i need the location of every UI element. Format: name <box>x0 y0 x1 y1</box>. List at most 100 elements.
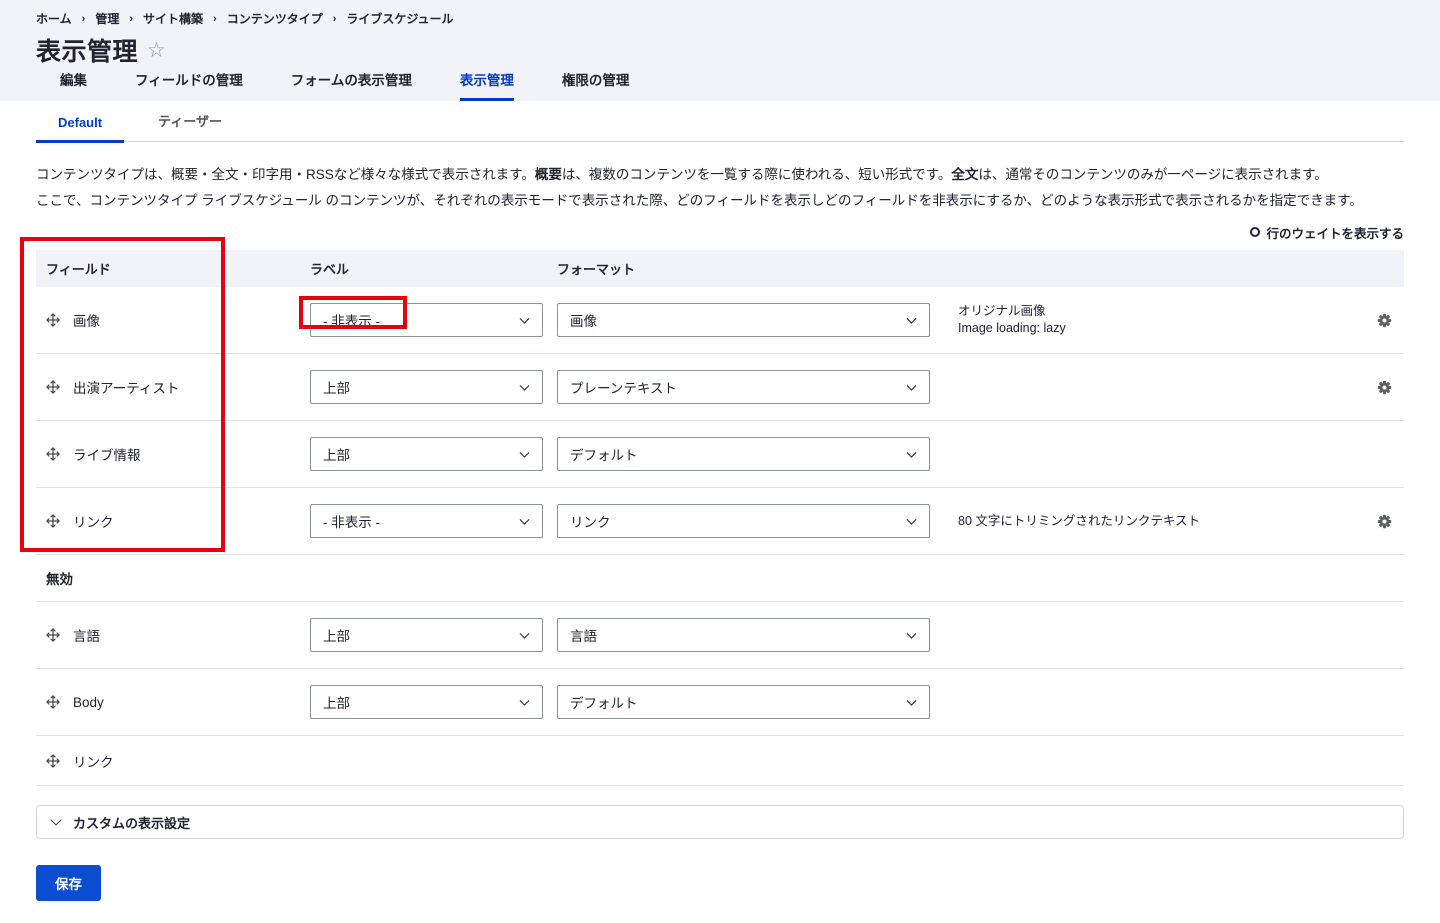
select-value: プレーンテキスト <box>570 381 677 396</box>
show-row-weights-link[interactable]: 行のウェイトを表示する <box>1250 223 1404 242</box>
chevron-down-icon <box>519 695 530 706</box>
chevron-down-icon <box>519 313 530 324</box>
select-value: - 非表示 - <box>323 515 380 530</box>
summary-line: 80 文字にトリミングされたリンクテキスト <box>958 513 1201 528</box>
chevron-down-icon <box>519 447 530 458</box>
page-header: ホーム › 管理 › サイト構築 › コンテンツタイプ › ライブスケジュール 表示管理 ☆ 編… <box>0 0 1440 101</box>
primary-tab[interactable]: 表示管理 <box>459 69 514 101</box>
custom-display-settings-label: カスタムの表示設定 <box>73 815 191 831</box>
summary-line: オリジナル画像 <box>958 304 1046 318</box>
format-select[interactable]: 画像 <box>557 303 930 337</box>
format-summary: 80 文字にトリミングされたリンクテキスト <box>944 513 1364 530</box>
description-text: 概要 <box>534 167 562 182</box>
column-header-field: フィールド <box>46 262 111 277</box>
drag-handle[interactable] <box>46 695 60 709</box>
view-mode-tab[interactable]: ティーザー <box>136 111 244 143</box>
drag-handle[interactable] <box>46 753 60 768</box>
chevron-down-icon <box>906 695 917 706</box>
title-row: 表示管理 ☆ <box>36 32 1404 68</box>
table-header-row: フィールド ラベル フォーマット <box>36 250 1404 287</box>
drag-handle[interactable] <box>46 380 60 394</box>
field-name: リンク <box>73 515 114 530</box>
field-cell: 画像 <box>36 310 310 330</box>
column-header-label: ラベル <box>310 262 350 277</box>
disabled-rows: 言語 上部 言語 Body 上部 デフォルト リンク <box>36 602 1404 786</box>
table-row: 画像 - 非表示 - 画像 オリジナル画像 Image loading: lazy <box>36 287 1404 354</box>
format-select[interactable]: プレーンテキスト <box>557 370 930 404</box>
select-value: - 非表示 - <box>323 314 380 329</box>
disabled-section-label: 無効 <box>36 555 1404 602</box>
drag-handle[interactable] <box>46 514 60 528</box>
field-settings-button[interactable] <box>1377 514 1392 529</box>
chevron-down-icon <box>906 380 917 391</box>
chevron-down-icon <box>906 514 917 525</box>
summary-line: Image loading: lazy <box>958 321 1066 335</box>
description-text: は、通常そのコンテンツのみが一ページに表示されます。 <box>978 167 1328 182</box>
breadcrumb-separator: › <box>332 12 337 25</box>
primary-tab[interactable]: 権限の管理 <box>562 69 630 101</box>
secondary-tabs: Default ティーザー <box>36 101 1404 143</box>
breadcrumb-separator: › <box>129 12 133 25</box>
breadcrumb-separator: › <box>213 12 217 25</box>
custom-display-settings-toggle[interactable]: カスタムの表示設定 <box>36 805 1404 839</box>
table-row: 言語 上部 言語 <box>36 602 1404 669</box>
label-select[interactable]: 上部 <box>310 370 543 404</box>
field-cell: Body <box>36 695 310 710</box>
primary-tabs: 編集 フィールドの管理 フォームの表示管理 表示管理 権限の管理 <box>36 69 1404 101</box>
drag-handle[interactable] <box>46 313 60 327</box>
format-select[interactable]: 言語 <box>557 618 930 652</box>
description-text: コンテンツタイプは、概要・全文・印字用・RSSなど様々な様式で表示されます。 <box>36 167 535 182</box>
table-row: リンク - 非表示 - リンク 80 文字にトリミングされたリンクテキスト <box>36 488 1404 555</box>
field-settings-button[interactable] <box>1377 380 1392 395</box>
field-cell: 言語 <box>36 625 310 645</box>
format-select[interactable]: デフォルト <box>557 437 930 471</box>
label-select[interactable]: 上部 <box>310 437 543 471</box>
chevron-down-icon <box>50 813 62 826</box>
move-icon <box>46 380 60 394</box>
gear-icon <box>1377 380 1391 394</box>
primary-tab[interactable]: フォームの表示管理 <box>291 69 412 101</box>
primary-tab[interactable]: 編集 <box>60 69 87 101</box>
format-select[interactable]: デフォルト <box>557 685 930 719</box>
select-value: 上部 <box>323 381 350 396</box>
field-settings-button[interactable] <box>1377 313 1392 328</box>
select-value: 言語 <box>570 629 597 644</box>
move-icon <box>46 628 60 642</box>
breadcrumb-item[interactable]: 管理 <box>95 10 119 27</box>
primary-tab[interactable]: フィールドの管理 <box>135 69 243 101</box>
gear-icon <box>1377 313 1391 327</box>
format-select[interactable]: リンク <box>557 504 930 538</box>
field-cell: ライブ情報 <box>36 444 310 464</box>
drag-handle[interactable] <box>46 628 60 642</box>
select-value: リンク <box>570 515 611 530</box>
save-button[interactable]: 保存 <box>36 865 101 901</box>
chevron-down-icon <box>906 628 917 639</box>
breadcrumb-item[interactable]: サイト構築 <box>143 10 203 27</box>
move-icon <box>46 753 60 768</box>
label-select[interactable]: 上部 <box>310 618 543 652</box>
breadcrumb-item[interactable]: ライブスケジュール <box>346 10 453 27</box>
select-value: デフォルト <box>570 696 638 711</box>
description-paragraph-1: コンテンツタイプは、概要・全文・印字用・RSSなど様々な様式で表示されます。概要… <box>36 162 1404 188</box>
shortcut-star-icon[interactable]: ☆ <box>147 40 166 61</box>
field-name: 画像 <box>73 314 100 329</box>
breadcrumb-item[interactable]: ホーム <box>36 10 72 27</box>
select-value: 上部 <box>323 448 350 463</box>
description-text: 全文 <box>951 167 979 182</box>
chevron-down-icon <box>519 628 530 639</box>
drag-handle[interactable] <box>46 447 60 461</box>
breadcrumb-item[interactable]: コンテンツタイプ <box>227 10 323 27</box>
description-paragraph-2: ここで、コンテンツタイプ ライブスケジュール のコンテンツが、それぞれの表示モー… <box>36 193 1363 208</box>
label-select[interactable]: - 非表示 - <box>310 504 543 538</box>
field-cell: 出演アーティスト <box>36 377 310 397</box>
main-content: コンテンツタイプは、概要・全文・印字用・RSSなど様々な様式で表示されます。概要… <box>0 142 1440 901</box>
chevron-down-icon <box>906 313 917 324</box>
show-row-weights-label: 行のウェイトを表示する <box>1266 226 1404 241</box>
view-mode-tab[interactable]: Default <box>36 115 125 143</box>
chevron-down-icon <box>519 514 530 525</box>
breadcrumb-separator: › <box>81 12 86 25</box>
label-select[interactable]: 上部 <box>310 685 543 719</box>
label-select[interactable]: - 非表示 - <box>310 303 543 337</box>
column-header-format: フォーマット <box>557 262 636 277</box>
chevron-down-icon <box>906 447 917 458</box>
